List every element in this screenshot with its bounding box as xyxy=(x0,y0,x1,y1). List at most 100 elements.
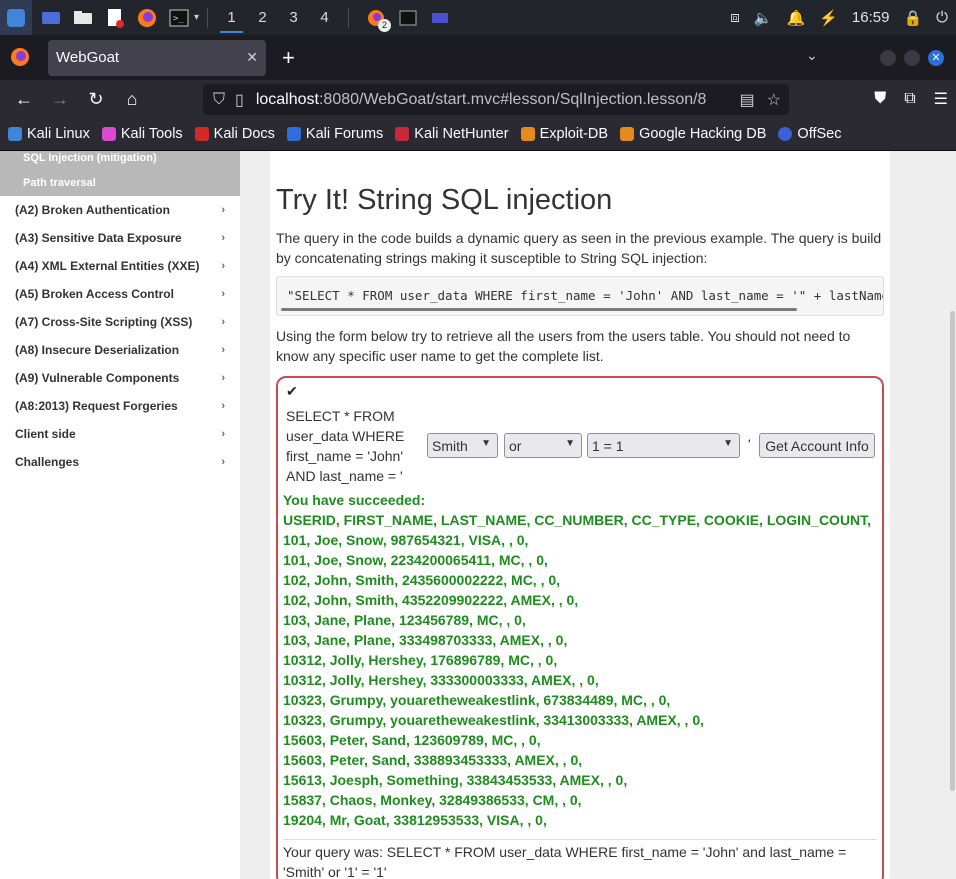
chevron-down-icon[interactable]: ▾ xyxy=(194,12,199,23)
terminal-launcher-icon[interactable]: >_ xyxy=(166,6,192,30)
separator xyxy=(207,7,209,28)
bookmark-kali-linux[interactable]: Kali Linux xyxy=(8,126,90,142)
system-taskbar: >_ ▾ 1 2 3 4 2 ⧈ 🔈 🔔 ⚡ 16:59 🔒 ⏻ xyxy=(0,0,956,35)
exploit-db-icon xyxy=(520,127,535,141)
window-count-badge: 2 xyxy=(378,18,392,32)
home-button[interactable]: ⌂ xyxy=(114,89,150,110)
workspace-2[interactable]: 2 xyxy=(247,0,278,35)
menu-item-a2[interactable]: (A2) Broken Authentication › xyxy=(0,196,240,224)
chevron-right-icon: › xyxy=(221,428,225,440)
reload-button[interactable]: ↻ xyxy=(78,89,114,110)
bookmark-kali-tools[interactable]: Kali Tools xyxy=(101,126,183,142)
lock-screen-icon[interactable]: 🔒 xyxy=(903,9,922,27)
kali-tools-icon xyxy=(101,127,116,141)
chevron-right-icon: › xyxy=(221,344,225,356)
url-path: :8080/WebGoat/start.mvc#lesson/SqlInject… xyxy=(318,90,707,108)
code-scrollbar[interactable] xyxy=(281,308,797,311)
menu-item-a8[interactable]: (A8) Insecure Deserialization › xyxy=(0,336,240,364)
firefox-launcher-icon[interactable] xyxy=(134,6,160,30)
menu-item-a5[interactable]: (A5) Broken Access Control › xyxy=(0,280,240,308)
offsec-icon xyxy=(778,127,793,141)
clock[interactable]: 16:59 xyxy=(852,9,890,26)
reader-view-icon[interactable]: ▤ xyxy=(740,90,755,110)
bookmark-kali-docs[interactable]: Kali Docs xyxy=(194,126,275,142)
page-info-icon[interactable]: ▯ xyxy=(235,90,244,110)
screenshot-icon[interactable]: ⧈ xyxy=(730,9,740,26)
desktop-window-button[interactable] xyxy=(427,6,453,30)
menu-item-sql-injection-mitigation[interactable]: SQL Injection (mitigation) xyxy=(23,151,240,171)
injection-select[interactable]: 1 = 1 xyxy=(587,433,740,458)
notifications-bell-icon[interactable]: 🔔 xyxy=(787,9,806,27)
bookmark-kali-nethunter[interactable]: Kali NetHunter xyxy=(395,126,509,142)
svg-text:>_: >_ xyxy=(173,14,184,24)
account-select[interactable]: Smith xyxy=(427,433,498,458)
output-line: 10323, Grumpy, youaretheweakestlink, 334… xyxy=(283,712,705,728)
bookmark-exploit-db[interactable]: Exploit-DB xyxy=(520,126,608,142)
kali-docs-icon xyxy=(194,127,209,141)
workspace-1[interactable]: 1 xyxy=(216,0,247,35)
menu-item-a4[interactable]: (A4) XML External Entities (XXE) › xyxy=(0,252,240,280)
lastname-select-wrap: Smith ▼ xyxy=(427,433,498,458)
firefox-window-button[interactable]: 2 xyxy=(363,6,392,32)
operator-select[interactable]: or xyxy=(504,433,582,458)
lesson-intro: The query in the code builds a dynamic q… xyxy=(276,230,882,266)
firefox-view-icon[interactable] xyxy=(10,47,30,72)
page-scrollbar[interactable] xyxy=(950,311,955,791)
webgoat-page: SQL Injection (mitigation) Path traversa… xyxy=(0,151,956,879)
hamburger-menu-icon[interactable]: ☰ xyxy=(934,89,948,109)
output-line: 19204, Mr, Goat, 33812953533, VISA, , 0, xyxy=(283,812,547,828)
text-editor-icon[interactable] xyxy=(102,6,128,30)
terminal-window-button[interactable] xyxy=(395,6,421,30)
nethunter-icon xyxy=(395,127,410,141)
menu-item-client-side[interactable]: Client side › xyxy=(0,420,240,448)
output-line: 15613, Joesph, Something, 33843453533, A… xyxy=(283,772,628,788)
bookmark-kali-forums[interactable]: Kali Forums xyxy=(286,126,383,142)
output-line: You have succeeded: xyxy=(283,492,426,508)
url-bar[interactable]: ⛉ ▯ localhost:8080/WebGoat/start.mvc#les… xyxy=(203,84,789,115)
query-echo: Your query was: SELECT * FROM user_data … xyxy=(283,844,847,879)
new-tab-button[interactable]: + xyxy=(282,45,295,71)
code-snippet: "SELECT * FROM user_data WHERE first_nam… xyxy=(276,276,884,316)
list-all-tabs-icon[interactable]: ⌄ xyxy=(806,47,818,64)
close-tab-icon[interactable]: ✕ xyxy=(246,49,258,66)
bookmark-star-icon[interactable]: ☆ xyxy=(767,90,781,110)
get-account-info-button[interactable]: Get Account Info xyxy=(759,433,875,458)
menu-item-path-traversal[interactable]: Path traversal xyxy=(23,171,240,196)
browser-tab-bar: WebGoat ✕ + ⌄ ✕ xyxy=(0,35,956,80)
menu-item-a7[interactable]: (A7) Cross-Site Scripting (XSS) › xyxy=(0,308,240,336)
minimize-button[interactable] xyxy=(880,49,896,66)
kali-menu-icon[interactable] xyxy=(0,0,32,35)
attack-output: You have succeeded: USERID, FIRST_NAME, … xyxy=(283,490,883,830)
bookmark-google-hacking-db[interactable]: Google Hacking DB xyxy=(620,126,766,142)
close-window-button[interactable]: ✕ xyxy=(928,49,944,66)
volume-icon[interactable]: 🔈 xyxy=(754,9,773,27)
chevron-right-icon: › xyxy=(221,456,225,468)
maximize-button[interactable] xyxy=(904,49,920,66)
back-button[interactable]: ← xyxy=(6,89,42,110)
pocket-icon[interactable]: ⛊ xyxy=(874,90,886,108)
shield-icon[interactable]: ⛉ xyxy=(213,91,225,109)
injection-select-wrap: 1 = 1 ▼ xyxy=(587,433,740,458)
menu-item-a9[interactable]: (A9) Vulnerable Components › xyxy=(0,364,240,392)
output-line: USERID, FIRST_NAME, LAST_NAME, CC_NUMBER… xyxy=(283,512,872,528)
bookmark-offsec[interactable]: OffSec xyxy=(778,126,841,142)
logout-icon[interactable]: ⏻ xyxy=(936,9,948,26)
file-manager-icon[interactable] xyxy=(70,6,96,30)
forward-button[interactable]: → xyxy=(42,89,78,110)
menu-item-a3[interactable]: (A3) Sensitive Data Exposure › xyxy=(0,224,240,252)
page-title: Try It! String SQL injection xyxy=(276,184,613,216)
lesson-content: Try It! String SQL injection The query i… xyxy=(270,151,890,879)
power-manager-icon[interactable]: ⚡ xyxy=(819,9,838,27)
output-line: 103, Jane, Plane, 123456789, MC, , 0, xyxy=(283,612,526,628)
url-host: localhost xyxy=(255,90,319,108)
workspace-4[interactable]: 4 xyxy=(309,0,340,35)
tab-webgoat[interactable]: WebGoat ✕ xyxy=(48,39,266,76)
menu-item-a8-2013[interactable]: (A8:2013) Request Forgeries › xyxy=(0,392,240,420)
output-line: 102, John, Smith, 4352209902222, AMEX, ,… xyxy=(283,592,579,608)
workspace-3[interactable]: 3 xyxy=(278,0,309,35)
extensions-icon[interactable]: ⧉ xyxy=(904,90,915,108)
menu-item-challenges[interactable]: Challenges › xyxy=(0,448,240,476)
desktop-icon[interactable] xyxy=(38,6,64,30)
chevron-right-icon: › xyxy=(221,232,225,244)
output-line: 102, John, Smith, 2435600002222, MC, , 0… xyxy=(283,572,561,588)
